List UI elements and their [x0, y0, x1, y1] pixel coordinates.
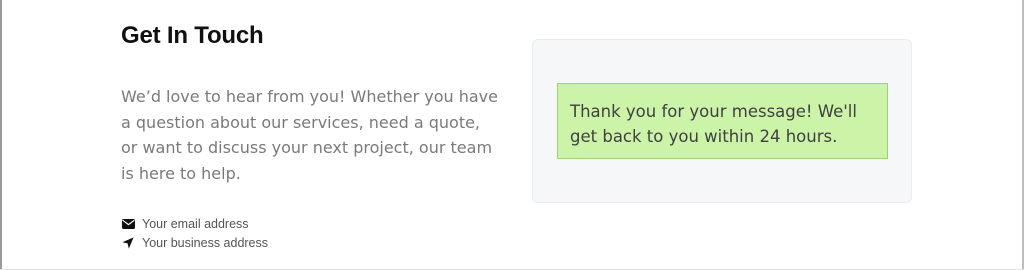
contact-details-list: Your email address Your business address [121, 214, 268, 252]
form-success-message: Thank you for your message! We'll get ba… [557, 83, 888, 159]
envelope-icon [121, 217, 135, 231]
email-label: Your email address [142, 216, 249, 231]
contact-info: Get In Touch We’d love to hear from you!… [121, 22, 501, 186]
contact-section: Get In Touch We’d love to hear from you!… [0, 0, 1024, 270]
intro-text: We’d love to hear from you! Whether you … [121, 87, 498, 183]
address-item[interactable]: Your business address [121, 233, 268, 252]
address-label: Your business address [142, 235, 269, 250]
contact-form-card: Thank you for your message! We'll get ba… [532, 39, 912, 203]
section-title: Get In Touch [121, 22, 264, 49]
left-edge-divider [0, 0, 2, 270]
location-arrow-icon [121, 236, 135, 250]
email-item[interactable]: Your email address [121, 214, 268, 233]
